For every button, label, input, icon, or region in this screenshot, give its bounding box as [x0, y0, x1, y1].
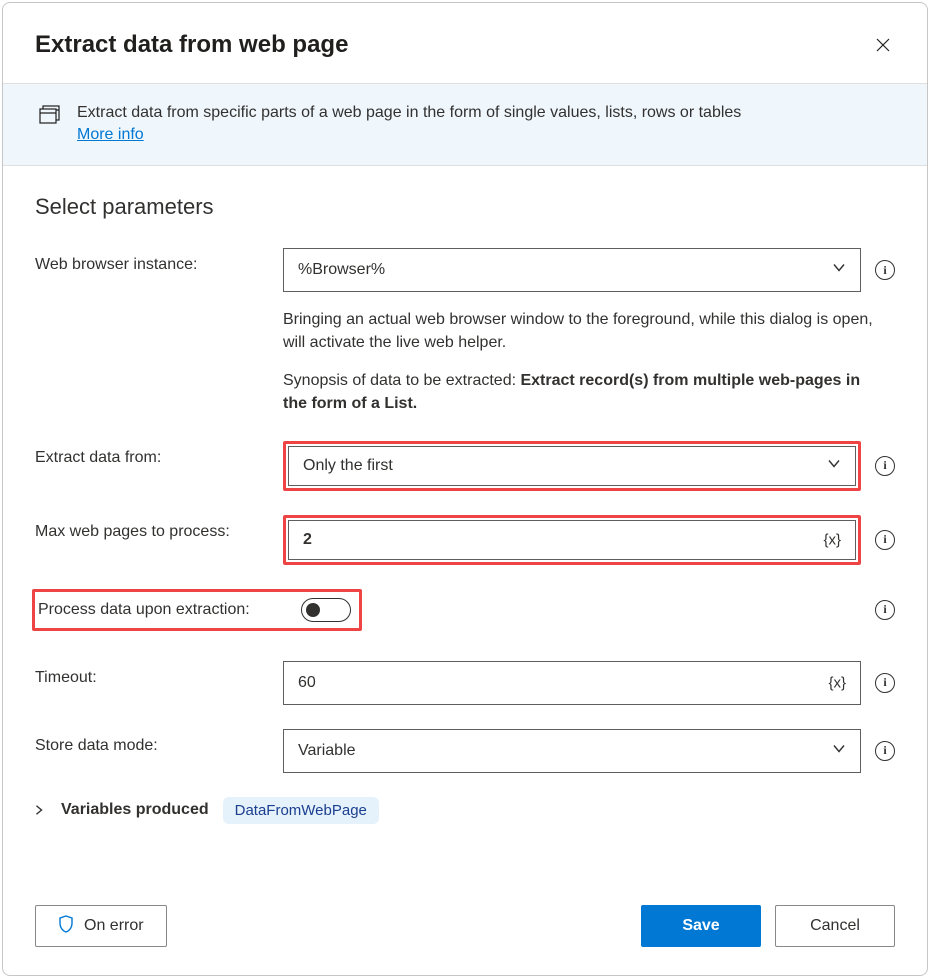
toggle-knob [306, 603, 320, 617]
max-pages-input[interactable]: 2 {x} [288, 520, 856, 560]
variable-picker-icon[interactable]: {x} [828, 674, 846, 691]
store-mode-label: Store data mode: [35, 729, 283, 755]
info-text-block: Extract data from specific parts of a we… [77, 102, 895, 145]
close-button[interactable] [871, 33, 895, 57]
chevron-down-icon [832, 741, 846, 760]
extract-from-highlight: Only the first [283, 441, 861, 491]
more-info-link[interactable]: More info [77, 126, 144, 143]
info-bar: Extract data from specific parts of a we… [3, 83, 927, 166]
cancel-button[interactable]: Cancel [775, 905, 895, 947]
close-icon [875, 37, 891, 53]
on-error-button[interactable]: On error [35, 905, 167, 947]
extract-from-select[interactable]: Only the first [288, 446, 856, 486]
row-max-pages: Max web pages to process: 2 {x} i [35, 515, 895, 565]
dialog-footer: On error Save Cancel [3, 884, 927, 975]
variables-produced-label: Variables produced [61, 801, 209, 819]
variables-produced-row: Variables produced DataFromWebPage [35, 797, 895, 824]
hint-block: Bringing an actual web browser window to… [283, 308, 883, 415]
browser-instance-value: %Browser% [298, 261, 385, 279]
max-pages-value: 2 [303, 531, 811, 549]
store-mode-select[interactable]: Variable [283, 729, 861, 773]
row-store-mode: Store data mode: Variable i [35, 729, 895, 773]
row-timeout: Timeout: 60 {x} i [35, 661, 895, 705]
cancel-label: Cancel [810, 917, 860, 935]
variable-picker-icon[interactable]: {x} [823, 531, 841, 548]
chevron-down-icon [827, 456, 841, 475]
process-data-label: Process data upon extraction: [35, 601, 283, 619]
extract-from-value: Only the first [303, 457, 393, 475]
dialog-header: Extract data from web page [3, 3, 927, 83]
dialog: Extract data from web page Extract data … [2, 2, 928, 976]
info-icon[interactable]: i [875, 600, 895, 620]
chevron-right-icon[interactable] [32, 804, 50, 816]
max-pages-highlight: 2 {x} [283, 515, 861, 565]
synopsis-prefix: Synopsis of data to be extracted: [283, 372, 520, 389]
dialog-title: Extract data from web page [35, 31, 348, 59]
timeout-input[interactable]: 60 {x} [283, 661, 861, 705]
shield-icon [58, 915, 74, 938]
info-icon[interactable]: i [875, 260, 895, 280]
save-button[interactable]: Save [641, 905, 761, 947]
variable-chip[interactable]: DataFromWebPage [223, 797, 379, 824]
browser-instance-select[interactable]: %Browser% [283, 248, 861, 292]
section-title: Select parameters [35, 194, 895, 220]
on-error-label: On error [84, 917, 144, 935]
max-pages-label: Max web pages to process: [35, 515, 283, 541]
timeout-value: 60 [298, 674, 316, 692]
save-label: Save [682, 917, 719, 935]
foreground-hint: Bringing an actual web browser window to… [283, 308, 883, 354]
process-data-toggle[interactable] [301, 598, 351, 622]
extract-from-label: Extract data from: [35, 441, 283, 467]
info-icon[interactable]: i [875, 741, 895, 761]
webpage-icon [39, 104, 61, 129]
info-text: Extract data from specific parts of a we… [77, 104, 741, 121]
chevron-down-icon [832, 261, 846, 280]
process-data-highlight: Process data upon extraction: [32, 589, 362, 631]
info-icon[interactable]: i [875, 530, 895, 550]
timeout-label: Timeout: [35, 661, 283, 687]
store-mode-value: Variable [298, 742, 356, 760]
info-icon[interactable]: i [875, 456, 895, 476]
dialog-body: Select parameters Web browser instance: … [3, 166, 927, 884]
info-icon[interactable]: i [875, 673, 895, 693]
row-process-data: Process data upon extraction: i [35, 589, 895, 631]
row-browser-instance: Web browser instance: %Browser% i [35, 248, 895, 292]
synopsis-line: Synopsis of data to be extracted: Extrac… [283, 369, 883, 415]
row-extract-from: Extract data from: Only the first i [35, 441, 895, 491]
browser-instance-label: Web browser instance: [35, 248, 283, 274]
